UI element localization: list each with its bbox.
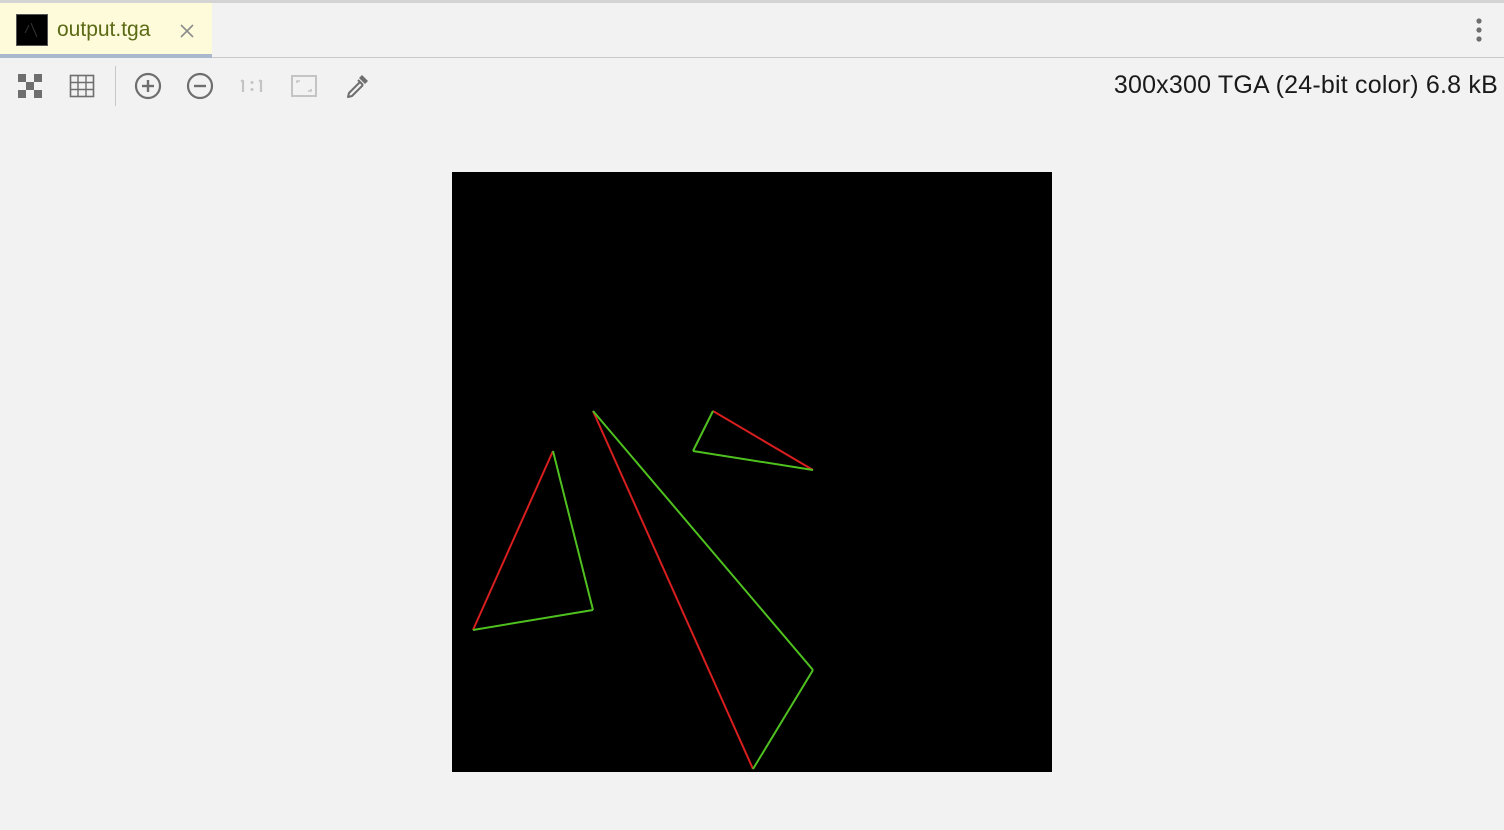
zoom-out-icon[interactable] bbox=[184, 70, 216, 102]
rendered-image bbox=[472, 410, 814, 770]
triangle-1-edge-red bbox=[472, 450, 554, 631]
image-info-label: 300x300 TGA (24-bit color) 6.8 kB bbox=[1113, 71, 1498, 99]
editor-tab-bar: output.tga bbox=[0, 3, 1504, 58]
close-icon[interactable] bbox=[177, 21, 197, 41]
triangle-1-edge-green-right bbox=[552, 450, 594, 611]
tab-label: output.tga bbox=[57, 18, 151, 41]
triangle-2-edge-red bbox=[592, 410, 754, 770]
color-picker-icon[interactable] bbox=[341, 70, 373, 102]
image-toolbar: 300x300 TGA (24-bit color) 6.8 kB bbox=[0, 58, 1504, 114]
toolbar-separator bbox=[115, 66, 116, 106]
fit-to-window-icon[interactable] bbox=[288, 70, 320, 102]
triangle-3-edge-green-left bbox=[692, 410, 714, 452]
more-vertical-icon[interactable] bbox=[1468, 15, 1490, 45]
image-thumbnail-icon bbox=[16, 14, 48, 46]
actual-size-icon[interactable] bbox=[236, 70, 268, 102]
triangle-2-edge-green-bottom bbox=[752, 669, 814, 770]
chessboard-icon[interactable] bbox=[14, 70, 46, 102]
grid-icon[interactable] bbox=[66, 70, 98, 102]
image-canvas[interactable] bbox=[452, 172, 1052, 772]
tab-output-tga[interactable]: output.tga bbox=[0, 3, 212, 58]
zoom-in-icon[interactable] bbox=[132, 70, 164, 102]
triangle-1-edge-green-bottom bbox=[472, 609, 594, 631]
